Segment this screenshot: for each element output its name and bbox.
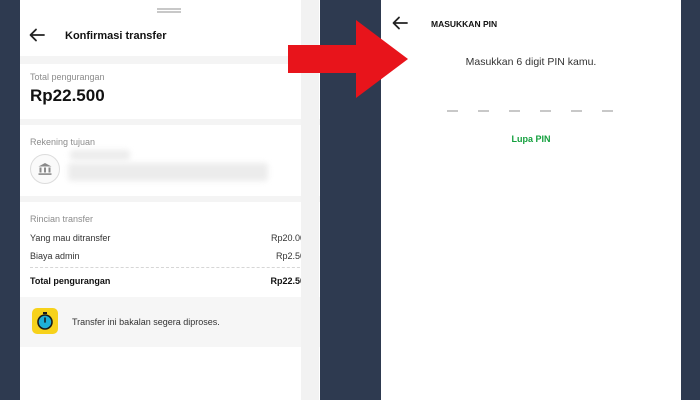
dashed-divider <box>30 267 310 268</box>
redacted-account-number <box>68 163 268 181</box>
pin-digit-slot <box>478 110 489 112</box>
back-arrow-icon[interactable] <box>26 24 48 46</box>
destination-label: Rekening tujuan <box>30 137 96 147</box>
page-title: MASUKKAN PIN <box>431 19 498 29</box>
pin-entry-screen: MASUKKAN PIN Masukkan 6 digit PIN kamu. … <box>381 0 681 400</box>
pin-digit-slot <box>602 110 613 112</box>
total-row: Total pengurangan Rp22.500 <box>30 276 310 286</box>
pin-digit-slot <box>447 110 458 112</box>
transfer-confirmation-screen: Konfirmasi transfer Total pengurangan Rp… <box>20 0 320 400</box>
pin-digit-slot <box>571 110 582 112</box>
row-label: Biaya admin <box>30 251 80 261</box>
forgot-pin-link[interactable]: Lupa PIN <box>381 134 681 144</box>
arrow-shape <box>288 20 408 98</box>
timer-icon <box>32 308 58 334</box>
drag-handle[interactable] <box>157 8 181 13</box>
row-label: Yang mau ditransfer <box>30 233 111 243</box>
breakdown-title: Rincian transfer <box>30 214 94 224</box>
pin-prompt: Masukkan 6 digit PIN kamu. <box>465 56 597 68</box>
transfer-amount-row: Yang mau ditransfer Rp20.000 <box>30 233 310 243</box>
pin-input[interactable] <box>447 110 613 114</box>
pin-digit-slot <box>540 110 551 112</box>
pin-digit-slot <box>509 110 520 112</box>
divider <box>20 196 320 202</box>
total-label: Total pengurangan <box>30 72 105 82</box>
admin-fee-row: Biaya admin Rp2.500 <box>30 251 310 261</box>
bank-icon <box>30 154 60 184</box>
info-text: Transfer ini bakalan segera diproses. <box>72 317 220 327</box>
redacted-account-name <box>70 150 130 160</box>
total-amount: Rp22.500 <box>30 86 105 105</box>
divider <box>20 119 320 125</box>
page-title: Konfirmasi transfer <box>65 30 167 42</box>
divider <box>20 56 320 64</box>
red-right-arrow-icon <box>288 20 408 98</box>
row-label: Total pengurangan <box>30 276 111 286</box>
processing-info-box: Transfer ini bakalan segera diproses. <box>20 297 320 347</box>
